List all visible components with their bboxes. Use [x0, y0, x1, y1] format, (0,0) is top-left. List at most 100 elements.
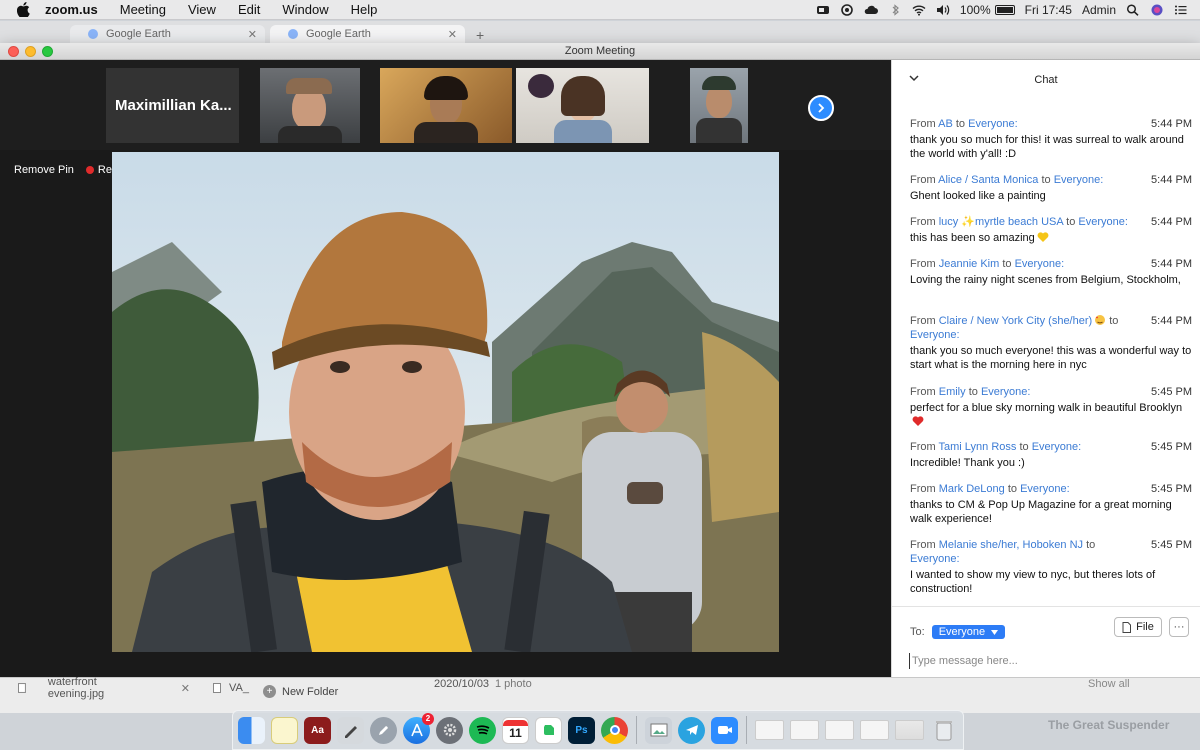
recipient-name[interactable]: Everyone: — [1054, 174, 1104, 186]
recipient-name[interactable]: Everyone: — [981, 386, 1031, 398]
bluetooth-icon[interactable] — [888, 3, 902, 16]
sender-name[interactable]: Jeannie Kim — [939, 258, 1000, 270]
clock[interactable]: Fri 17:45 — [1025, 3, 1072, 17]
browser-tab-google-earth-1[interactable]: Google Earth ✕ — [70, 25, 265, 43]
chevron-down-icon[interactable] — [909, 74, 919, 82]
user-name[interactable]: Admin — [1082, 3, 1116, 17]
photoshop-dock-icon[interactable]: Ps — [568, 716, 595, 744]
sender-name[interactable]: lucy ✨myrtle beach USA — [939, 216, 1063, 228]
system-preferences-dock-icon[interactable] — [436, 716, 463, 744]
menu-meeting[interactable]: Meeting — [120, 2, 166, 17]
participant-video-thumb[interactable] — [260, 68, 360, 143]
recipient-dropdown[interactable]: Everyone — [931, 625, 1006, 639]
chat-message-meta: From Mark DeLong to Everyone: — [910, 482, 1192, 496]
menu-window[interactable]: Window — [282, 2, 328, 17]
telegram-dock-icon[interactable] — [678, 716, 705, 744]
trash-dock-icon[interactable] — [930, 717, 957, 744]
paper-plane-icon — [685, 725, 698, 735]
recipient-name[interactable]: Everyone: — [1015, 258, 1065, 270]
dock-separator — [746, 716, 747, 744]
recipient-name[interactable]: Everyone: — [910, 329, 960, 341]
from-word: From — [910, 216, 936, 228]
menu-help[interactable]: Help — [351, 2, 378, 17]
minimized-window-thumb[interactable] — [755, 720, 784, 740]
minimize-window-button[interactable] — [25, 46, 36, 57]
finder-tab-file-1[interactable]: waterfront evening.jpg ✕ — [0, 676, 190, 700]
message-time: 5:44 PM — [1151, 118, 1192, 130]
calendar-dock-icon[interactable]: 11 — [502, 716, 529, 744]
sender-name[interactable]: Alice / Santa Monica — [938, 174, 1038, 186]
chat-message-list[interactable]: From AB to Everyone: 5:44 PM thank you s… — [892, 100, 1200, 610]
app-store-dock-icon[interactable]: 2 — [403, 712, 434, 744]
sender-name[interactable]: Claire / New York City (she/her) — [939, 315, 1092, 327]
spotify-dock-icon[interactable] — [469, 716, 496, 744]
sender-name[interactable]: Emily — [939, 386, 966, 398]
sender-name[interactable]: Melanie she/her, Hoboken NJ — [939, 539, 1083, 551]
recipient-name[interactable]: Everyone: — [910, 553, 960, 565]
zoom-camera-icon[interactable] — [816, 4, 830, 16]
next-participants-button[interactable] — [808, 95, 834, 121]
participant-shirt — [696, 118, 742, 143]
finder-dock-icon[interactable] — [238, 716, 265, 744]
evernote-dock-icon[interactable] — [535, 716, 562, 744]
wifi-icon[interactable] — [912, 4, 926, 16]
preview-dock-icon[interactable] — [645, 716, 672, 744]
browser-tab-google-earth-2[interactable]: Google Earth ✕ — [270, 25, 465, 43]
more-options-button[interactable]: ··· — [1169, 617, 1189, 637]
message-text-body: this has been so amazing — [910, 232, 1035, 244]
notification-center-icon[interactable] — [1174, 4, 1188, 16]
creative-cloud-icon[interactable] — [840, 3, 854, 16]
minimized-window-thumb[interactable] — [895, 720, 924, 740]
dictionary-dock-icon[interactable]: Aa — [304, 716, 331, 744]
minimized-window-thumb[interactable] — [825, 720, 854, 740]
chrome-dock-icon[interactable] — [601, 716, 628, 744]
from-word: From — [910, 539, 936, 551]
participant-video-thumb[interactable] — [690, 68, 748, 143]
minimized-window-thumb[interactable] — [860, 720, 889, 740]
message-input[interactable] — [909, 653, 1179, 669]
new-tab-icon[interactable]: + — [476, 27, 484, 43]
menu-view[interactable]: View — [188, 2, 216, 17]
recipient-name[interactable]: Everyone: — [1078, 216, 1128, 228]
finder-tab-file-2[interactable]: VA_ — [195, 678, 249, 698]
message-text: I wanted to show my view to nyc, but the… — [910, 569, 1156, 595]
launchpad-dock-icon[interactable] — [370, 716, 397, 744]
battery-indicator[interactable]: 100% — [960, 3, 1015, 17]
sender-name[interactable]: Tami Lynn Ross — [939, 441, 1017, 453]
recipient-name[interactable]: Everyone: — [1020, 483, 1070, 495]
close-tab-icon[interactable]: ✕ — [181, 682, 190, 695]
volume-icon[interactable] — [936, 4, 950, 16]
participant-shirt — [414, 122, 478, 143]
participant-name-tile[interactable]: Maximillian Ka... — [106, 68, 239, 143]
close-tab-icon[interactable]: ✕ — [448, 28, 457, 41]
file-icon — [1122, 621, 1132, 633]
show-all-button[interactable]: Show all — [1088, 678, 1130, 690]
file-button[interactable]: File — [1114, 617, 1162, 637]
pinned-video[interactable] — [112, 152, 779, 652]
menu-edit[interactable]: Edit — [238, 2, 260, 17]
participant-video-thumb[interactable] — [516, 68, 649, 143]
cloud-icon[interactable] — [864, 4, 878, 16]
minimized-window-thumb[interactable] — [790, 720, 819, 740]
menu-app-name[interactable]: zoom.us — [45, 2, 98, 17]
close-tab-icon[interactable]: ✕ — [248, 28, 257, 41]
participant-shirt — [554, 120, 612, 143]
notes-dock-icon[interactable] — [271, 716, 298, 744]
chat-message-meta: From lucy ✨myrtle beach USA to Everyone: — [910, 215, 1192, 229]
participant-video-thumb[interactable] — [380, 68, 512, 143]
spotlight-search-icon[interactable] — [1126, 3, 1140, 16]
apple-icon[interactable] — [17, 2, 31, 17]
sender-name[interactable]: AB — [938, 118, 953, 130]
sender-name[interactable]: Mark DeLong — [939, 483, 1005, 495]
calendar-day: 11 — [509, 726, 522, 740]
recipient-name[interactable]: Everyone: — [968, 118, 1018, 130]
script-editor-dock-icon[interactable] — [337, 716, 364, 744]
zoom-dock-icon[interactable] — [711, 716, 738, 744]
remove-pin-button[interactable]: Remove Pin — [14, 164, 74, 176]
siri-icon[interactable] — [1150, 4, 1164, 16]
chat-message: From Melanie she/her, Hoboken NJ to Ever… — [910, 538, 1192, 596]
new-folder-button[interactable]: + New Folder — [263, 685, 338, 698]
recipient-name[interactable]: Everyone: — [1032, 441, 1082, 453]
close-window-button[interactable] — [8, 46, 19, 57]
fullscreen-window-button[interactable] — [42, 46, 53, 57]
